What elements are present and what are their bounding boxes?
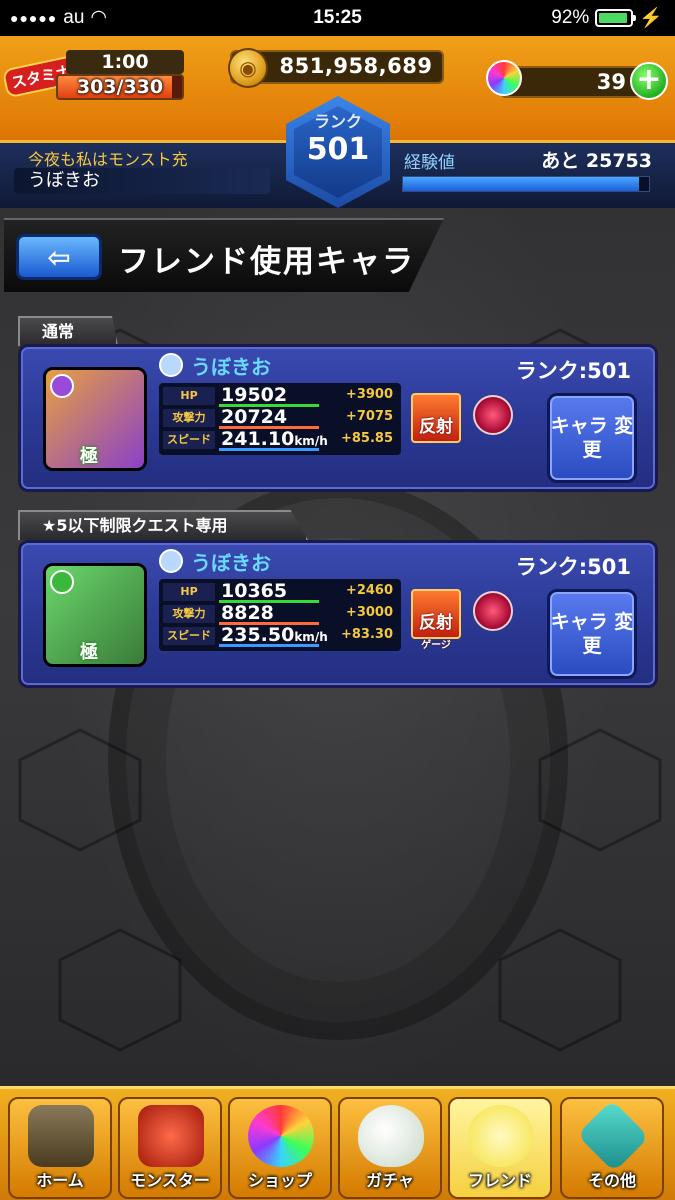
charging-icon: ⚡ [639, 8, 663, 29]
nav-label: ガチャ [366, 1171, 414, 1190]
battery-percent: 92% [551, 7, 590, 28]
friend-rank: ランク:501 [515, 359, 631, 383]
egg-icon [358, 1105, 424, 1167]
player-name: うぼきお [14, 168, 270, 194]
change-character-button[interactable]: キャラ 変更 [547, 589, 637, 679]
ability-label: 反射 [419, 417, 453, 437]
section-tab-normal: 通常 [18, 316, 118, 346]
buy-orbs-button[interactable]: + [630, 62, 668, 100]
nav-monster[interactable]: モンスター [118, 1097, 222, 1199]
player-message: 今夜も私はモンスト充 [28, 150, 188, 169]
back-arrow-icon: ⇦ [47, 240, 71, 274]
bottom-nav: ホーム モンスター ショップ ガチャ フレンド その他 [0, 1086, 675, 1200]
friend-rank: ランク:501 [515, 555, 631, 579]
speed-unit: km/h [294, 434, 328, 448]
hp-value: 19502 [221, 384, 288, 406]
kiwami-badge: 極 [80, 446, 98, 467]
speed-unit: km/h [294, 630, 328, 644]
ability-reflect-icon: 反射 [411, 393, 461, 443]
character-avatar[interactable]: 極 [43, 367, 147, 471]
attack-value: 8828 [221, 602, 274, 624]
exp-remaining: あと 25753 [541, 150, 652, 172]
dragon-icon [138, 1105, 204, 1167]
friend-name: うぼきお [191, 551, 271, 575]
nav-shop[interactable]: ショップ [228, 1097, 332, 1199]
stat-label: HP [163, 583, 215, 601]
stat-row-attack: 攻撃力 8828 +3000 [163, 603, 397, 625]
friend-character-card: 極 うぼきお ランク:501 HP 19502 +3900 攻撃力 20724 … [18, 344, 658, 492]
attack-value: 20724 [221, 406, 288, 428]
speed-bar [219, 448, 319, 451]
user-icon [159, 353, 183, 377]
hp-value: 10365 [221, 580, 288, 602]
kiwami-badge: 極 [80, 642, 98, 663]
speed-bonus: +83.30 [340, 627, 393, 642]
friend-character-card: 極 うぼきお ランク:501 HP 10365 +2460 攻撃力 8828 +… [18, 540, 658, 688]
rank-value: 501 [306, 132, 370, 167]
stat-label: 攻撃力 [163, 409, 215, 427]
stat-row-hp: HP 19502 +3900 [163, 385, 397, 407]
stat-label: 攻撃力 [163, 605, 215, 623]
speed-bar [219, 644, 319, 647]
stat-row-speed: スピード 235.50km/h +83.30 [163, 625, 397, 647]
character-avatar[interactable]: 極 [43, 563, 147, 667]
status-bar: ●●●●● au ◠ 15:25 92% ⚡ [0, 0, 675, 36]
player-header: スタミナ 1:00 303/330 ◉ 851,958,689 39 + ランク… [0, 36, 675, 208]
attack-bonus: +7075 [345, 409, 393, 424]
rank-label: ランク [313, 112, 362, 131]
hp-bonus: +3900 [345, 387, 393, 402]
stat-label: HP [163, 387, 215, 405]
orb-icon [486, 60, 522, 96]
speed-number: 241.10 [221, 428, 295, 450]
nav-label: フレンド [467, 1171, 532, 1190]
stats-panel: HP 10365 +2460 攻撃力 8828 +3000 スピード 235.5… [159, 579, 401, 651]
stat-row-speed: スピード 241.10km/h +85.85 [163, 429, 397, 451]
attack-bonus: +3000 [345, 605, 393, 620]
back-button[interactable]: ⇦ [16, 234, 102, 280]
battery-icon [595, 9, 637, 27]
coin-icon: ◉ [228, 48, 268, 88]
stat-row-hp: HP 10365 +2460 [163, 581, 397, 603]
other-icon [576, 1099, 650, 1173]
ability-reflect-gauge-icon: 反射 ゲージ [411, 589, 461, 651]
nav-gacha[interactable]: ガチャ [338, 1097, 442, 1199]
exp-bar [402, 176, 650, 192]
exp-label: 経験値 [404, 153, 455, 173]
stat-row-attack: 攻撃力 20724 +7075 [163, 407, 397, 429]
ability-label: 反射 [419, 613, 453, 633]
element-icon [50, 374, 74, 398]
nav-friend[interactable]: フレンド [448, 1097, 552, 1199]
castle-gate-icon [28, 1105, 94, 1167]
stamina-value: 303/330 [76, 76, 164, 98]
nav-other[interactable]: その他 [560, 1097, 664, 1199]
stats-panel: HP 19502 +3900 攻撃力 20724 +7075 スピード 241.… [159, 383, 401, 455]
friends-icon [468, 1105, 534, 1167]
nav-home[interactable]: ホーム [8, 1097, 112, 1199]
speed-number: 235.50 [221, 624, 295, 646]
element-icon [50, 570, 74, 594]
page-title: フレンド使用キャラ [118, 244, 415, 280]
nav-label: ショップ [247, 1171, 312, 1190]
orb-value: 39 [596, 70, 626, 94]
stamina-timer: 1:00 [66, 50, 184, 74]
swap-icon [473, 395, 513, 435]
stat-label: スピード [163, 627, 215, 645]
ability-sub-label: ゲージ [421, 640, 451, 651]
swap-icon [473, 591, 513, 631]
orb-icon [248, 1105, 314, 1167]
nav-label: ホーム [36, 1171, 84, 1190]
friend-name: うぼきお [191, 355, 271, 379]
speed-bonus: +85.85 [340, 431, 393, 446]
coin-value: 851,958,689 [279, 54, 433, 78]
nav-label: その他 [587, 1171, 636, 1190]
user-icon [159, 549, 183, 573]
stat-label: スピード [163, 431, 215, 449]
hp-bonus: +2460 [345, 583, 393, 598]
section-tab-star5-limit: ★5以下制限クエスト専用 [18, 510, 308, 540]
change-character-button[interactable]: キャラ 変更 [547, 393, 637, 483]
nav-label: モンスター [130, 1171, 210, 1190]
